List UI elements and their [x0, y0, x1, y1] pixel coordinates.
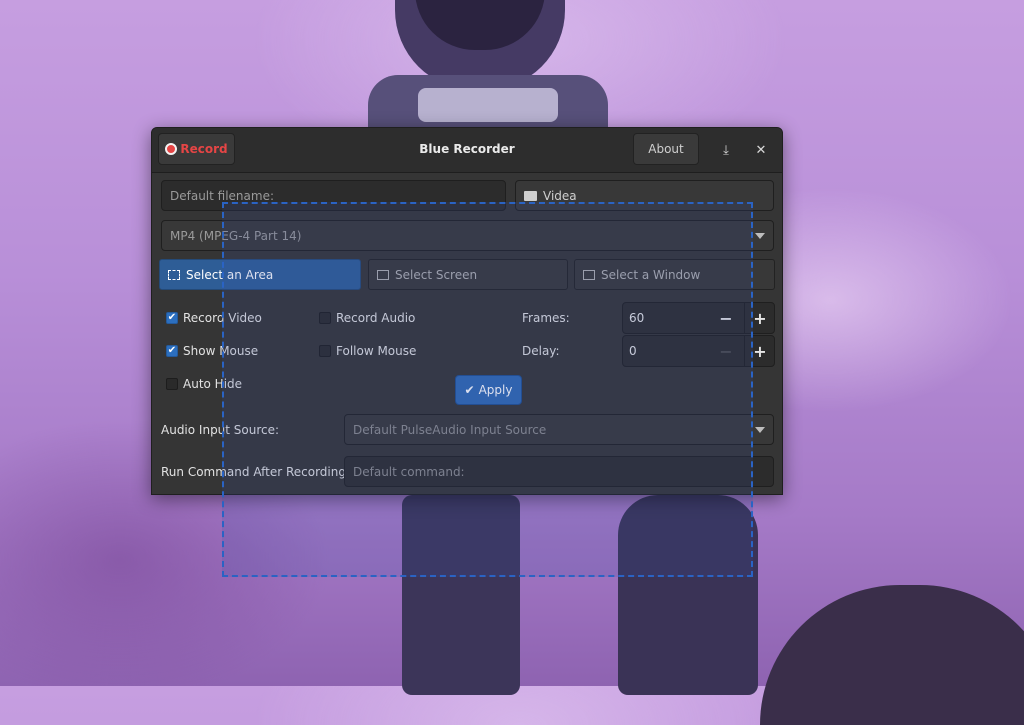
- background-astronaut-chestplate: [418, 88, 558, 122]
- checkmark-icon: ✔: [464, 383, 475, 397]
- checkbox-unchecked-icon: [319, 345, 331, 357]
- auto-hide-label: Auto Hide: [183, 377, 243, 391]
- show-mouse-label: Show Mouse: [183, 344, 259, 358]
- filename-input[interactable]: Default filename:: [161, 180, 506, 211]
- checkbox-checked-icon: ✔: [166, 345, 178, 357]
- apply-label: Apply: [478, 383, 513, 397]
- command-input[interactable]: Default command:: [344, 456, 774, 487]
- checkbox-unchecked-icon: [319, 312, 331, 324]
- follow-mouse-checkbox[interactable]: Follow Mouse: [319, 344, 416, 358]
- background-rock: [760, 585, 1024, 725]
- record-audio-checkbox[interactable]: Record Audio: [319, 311, 415, 325]
- frames-decrement-button[interactable]: −: [711, 303, 741, 333]
- format-select[interactable]: MP4 (MPEG-4 Part 14): [161, 220, 774, 251]
- background-astronaut-right-leg: [618, 495, 758, 695]
- frames-spinner[interactable]: 60 − +: [622, 302, 775, 334]
- folder-chooser-button[interactable]: Videa: [515, 180, 774, 211]
- frames-increment-button[interactable]: +: [744, 303, 775, 333]
- auto-hide-checkbox[interactable]: Auto Hide: [166, 377, 242, 391]
- record-audio-label: Record Audio: [336, 311, 416, 325]
- record-icon: [165, 143, 178, 155]
- record-button-label: Record: [180, 142, 228, 156]
- minimize-icon[interactable]: ⤓: [716, 140, 736, 160]
- about-button[interactable]: About: [633, 133, 699, 165]
- select-window-label: Select a Window: [601, 267, 701, 282]
- blue-recorder-window: Record Blue Recorder About ⤓ ✕ Default f…: [151, 127, 783, 495]
- delay-label: Delay:: [522, 344, 560, 358]
- checkbox-checked-icon: ✔: [166, 312, 178, 324]
- audio-source-select[interactable]: Default PulseAudio Input Source: [344, 414, 774, 445]
- checkbox-unchecked-icon: [166, 378, 178, 390]
- close-icon[interactable]: ✕: [751, 140, 771, 160]
- select-screen-label: Select Screen: [395, 267, 478, 282]
- select-window-button[interactable]: Select a Window: [574, 259, 775, 290]
- select-area-button[interactable]: Select an Area: [159, 259, 361, 290]
- delay-decrement-button[interactable]: −: [711, 336, 741, 366]
- format-selected: MP4 (MPEG-4 Part 14): [170, 228, 302, 243]
- chevron-down-icon: [755, 427, 765, 433]
- background-astronaut-left-leg: [402, 495, 520, 695]
- record-button[interactable]: Record: [158, 133, 235, 165]
- audio-source-selected: Default PulseAudio Input Source: [353, 422, 547, 437]
- select-area-label: Select an Area: [186, 267, 274, 282]
- command-label: Run Command After Recording:: [161, 465, 351, 479]
- select-screen-button[interactable]: Select Screen: [368, 259, 568, 290]
- window-icon: [583, 269, 595, 280]
- header-bar: Record Blue Recorder About ⤓ ✕: [152, 128, 782, 173]
- delay-value[interactable]: 0: [629, 344, 637, 358]
- show-mouse-checkbox[interactable]: ✔ Show Mouse: [166, 344, 258, 358]
- delay-increment-button[interactable]: +: [744, 336, 775, 366]
- monitor-icon: [377, 269, 389, 280]
- frames-value[interactable]: 60: [629, 311, 644, 325]
- record-video-checkbox[interactable]: ✔ Record Video: [166, 311, 262, 325]
- audio-source-label: Audio Input Source:: [161, 423, 280, 437]
- frames-label: Frames:: [522, 311, 570, 325]
- folder-icon: [524, 190, 537, 201]
- chevron-down-icon: [755, 233, 765, 239]
- follow-mouse-label: Follow Mouse: [336, 344, 417, 358]
- folder-label: Videa: [543, 188, 577, 203]
- delay-spinner[interactable]: 0 − +: [622, 335, 775, 367]
- apply-button[interactable]: ✔ Apply: [455, 375, 522, 405]
- area-select-icon: [168, 269, 180, 280]
- record-video-label: Record Video: [183, 311, 262, 325]
